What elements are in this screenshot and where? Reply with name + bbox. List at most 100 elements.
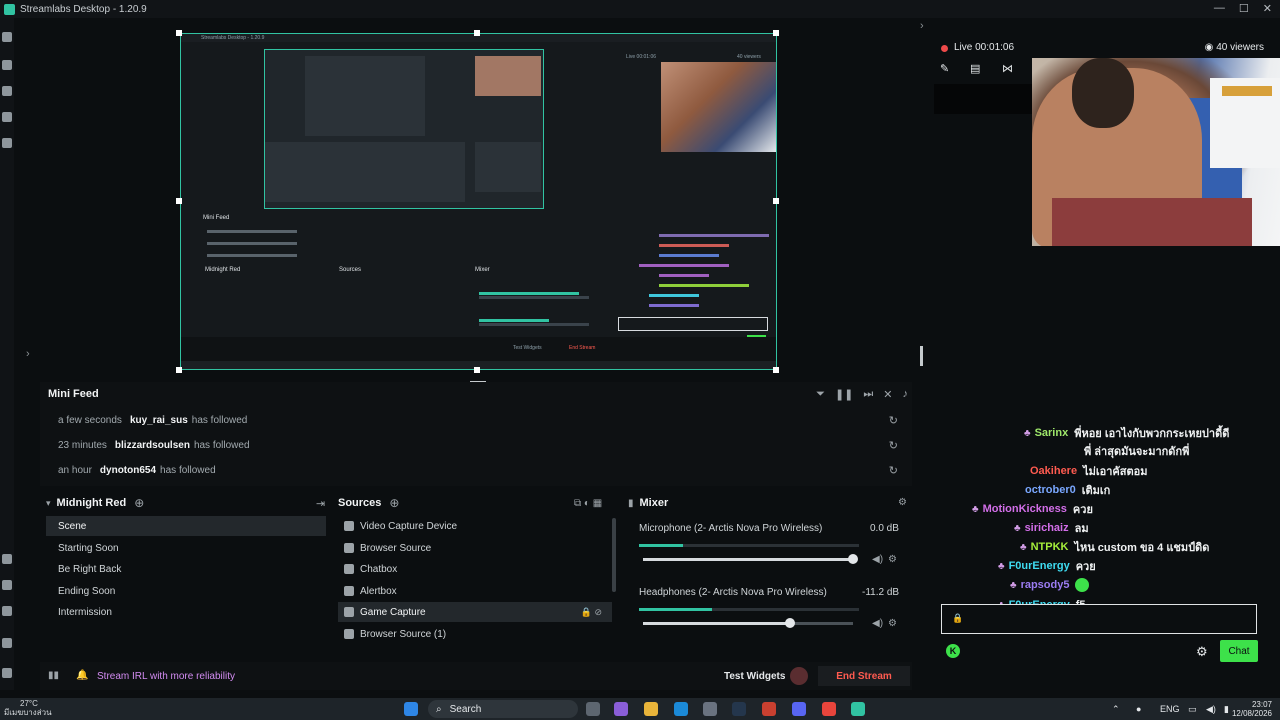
chat-username[interactable]: Oakihere [1030, 465, 1077, 477]
transition-icon[interactable]: ⇥ [316, 497, 325, 510]
collapse-right-icon[interactable]: › [920, 20, 924, 32]
collapse-icon[interactable]: ▾ [46, 498, 51, 509]
store-app-icon[interactable] [703, 702, 717, 716]
resize-handle[interactable] [773, 30, 779, 36]
pause-icon[interactable]: ❚❚ [835, 388, 853, 401]
tiktok-icon[interactable] [2, 554, 12, 564]
source-tools-icons[interactable]: ⧉ ◐ ▦ [574, 498, 602, 509]
chat-username[interactable]: NTPKK [1031, 541, 1069, 553]
volume-knob[interactable] [848, 554, 858, 564]
volume-icon[interactable]: ♪ [903, 388, 909, 401]
source-item[interactable]: Video Capture Device [338, 516, 612, 536]
studio-mode-icon[interactable] [2, 112, 12, 122]
discord-icon[interactable] [792, 702, 806, 716]
platform-icon-2[interactable] [2, 606, 12, 616]
irl-promo-link[interactable]: Stream IRL with more reliability [97, 671, 235, 682]
resize-handle[interactable] [773, 367, 779, 373]
close-button[interactable]: ✕ [1263, 2, 1272, 15]
app-icon[interactable] [762, 702, 776, 716]
clock[interactable]: 23:07 12/08/2026 [1232, 700, 1272, 718]
share-icon[interactable]: ⋈ [1002, 62, 1013, 75]
file-explorer-icon[interactable] [644, 702, 658, 716]
store-icon[interactable] [2, 86, 12, 96]
source-item[interactable]: Browser Source [338, 538, 612, 558]
task-view-icon[interactable] [586, 702, 600, 716]
chat-username[interactable]: MotionKickness [983, 503, 1067, 515]
language-indicator[interactable]: ENG [1160, 704, 1180, 714]
resize-handle[interactable] [176, 30, 182, 36]
battery-icon[interactable]: ▮ [1224, 704, 1229, 715]
themes-icon[interactable] [2, 60, 12, 70]
kick-icon[interactable]: K [946, 644, 960, 658]
scene-item[interactable]: Ending Soon [46, 581, 326, 601]
edit-stream-icon[interactable]: ✎ [940, 62, 949, 75]
edge-icon[interactable] [674, 702, 688, 716]
copilot-icon[interactable] [614, 702, 628, 716]
scene-item[interactable]: Scene [46, 516, 326, 536]
scene-item[interactable]: Starting Soon [46, 538, 326, 558]
chat-settings-icon[interactable]: ⚙ [1196, 644, 1208, 660]
volume-slider[interactable] [643, 554, 858, 564]
tray-overflow-icon[interactable]: ⌃ [1112, 704, 1120, 715]
notification-icon[interactable]: 🔔 [76, 670, 88, 681]
dashboard-icon[interactable]: ▤ [970, 62, 980, 75]
source-item[interactable]: Chatbox [338, 559, 612, 579]
add-scene-icon[interactable]: ⊕ [134, 496, 144, 510]
settings-icon[interactable] [2, 638, 12, 648]
chat-username[interactable]: rapsody5 [1021, 579, 1070, 591]
filter-icon[interactable]: ⏷ [816, 388, 825, 401]
chat-send-button[interactable]: Chat [1220, 640, 1258, 662]
platform-icon[interactable] [2, 580, 12, 590]
replay-icon[interactable]: ↻ [889, 439, 898, 452]
end-stream-button[interactable]: End Stream [818, 666, 910, 686]
test-widgets-button[interactable]: Test Widgets [724, 671, 785, 682]
pane-splitter[interactable] [920, 346, 923, 366]
record-icon[interactable] [2, 138, 12, 148]
mute-alerts-icon[interactable]: ✕ [883, 388, 892, 401]
chrome-icon[interactable] [822, 702, 836, 716]
mute-icon[interactable]: ◀) [872, 554, 883, 565]
lock-and-visibility-icon[interactable]: 🔒 ⊘ [581, 607, 602, 618]
volume-slider[interactable] [643, 618, 853, 628]
resize-handle[interactable] [474, 367, 480, 373]
scene-item[interactable]: Intermission [46, 602, 326, 622]
sources-scrollbar[interactable] [612, 518, 616, 592]
collapse-left-icon[interactable]: › [26, 348, 30, 360]
network-icon[interactable]: ▭ [1188, 704, 1197, 715]
chat-username[interactable]: Sarinx [1035, 427, 1069, 439]
resize-handle[interactable] [773, 198, 779, 204]
skip-icon[interactable]: ⏭ [863, 388, 873, 401]
source-item[interactable]: Game Capture 🔒 ⊘ [338, 602, 612, 622]
source-item[interactable]: Browser Source (1) [338, 624, 612, 644]
replay-icon[interactable]: ↻ [889, 414, 898, 427]
mixer-settings-icon[interactable]: ⚙ [898, 497, 907, 508]
mute-icon[interactable]: ◀) [872, 618, 883, 629]
scene-collection-name[interactable]: Midnight Red [57, 497, 127, 509]
streamlabs-taskbar-icon[interactable] [851, 702, 865, 716]
add-source-icon[interactable]: ⊕ [389, 496, 399, 510]
editor-icon[interactable] [2, 32, 12, 42]
minimize-button[interactable]: — [1214, 2, 1225, 15]
microphone-icon[interactable]: ● [1136, 704, 1141, 714]
source-item[interactable]: Alertbox [338, 581, 612, 601]
chat-username[interactable]: F0urEnergy [1009, 560, 1070, 572]
scene-item[interactable]: Be Right Back [46, 559, 326, 579]
taskbar-search[interactable]: ⌕ Search [428, 700, 578, 718]
record-button[interactable] [790, 667, 808, 685]
windows-start-icon[interactable] [404, 702, 418, 716]
chat-username[interactable]: sirichaiz [1025, 522, 1069, 534]
weather-widget[interactable]: 27°C มีเมฆบางส่วน [4, 699, 52, 717]
resize-handle[interactable] [176, 198, 182, 204]
channel-settings-icon[interactable]: ⚙ [888, 554, 897, 565]
volume-tray-icon[interactable]: ◀) [1206, 704, 1216, 715]
steam-icon[interactable] [732, 702, 746, 716]
performance-icon[interactable]: ▮▮ [48, 670, 59, 681]
resize-handle[interactable] [474, 30, 480, 36]
resize-handle[interactable] [176, 367, 182, 373]
volume-knob[interactable] [785, 618, 795, 628]
chat-username[interactable]: octrober0 [1025, 484, 1076, 496]
chat-input[interactable]: 🔒 [941, 604, 1257, 634]
preview-canvas[interactable]: Streamlabs Desktop - 1.20.9 Live 00:01:0… [180, 33, 777, 370]
maximize-button[interactable]: ☐ [1239, 2, 1249, 15]
channel-settings-icon[interactable]: ⚙ [888, 618, 897, 629]
